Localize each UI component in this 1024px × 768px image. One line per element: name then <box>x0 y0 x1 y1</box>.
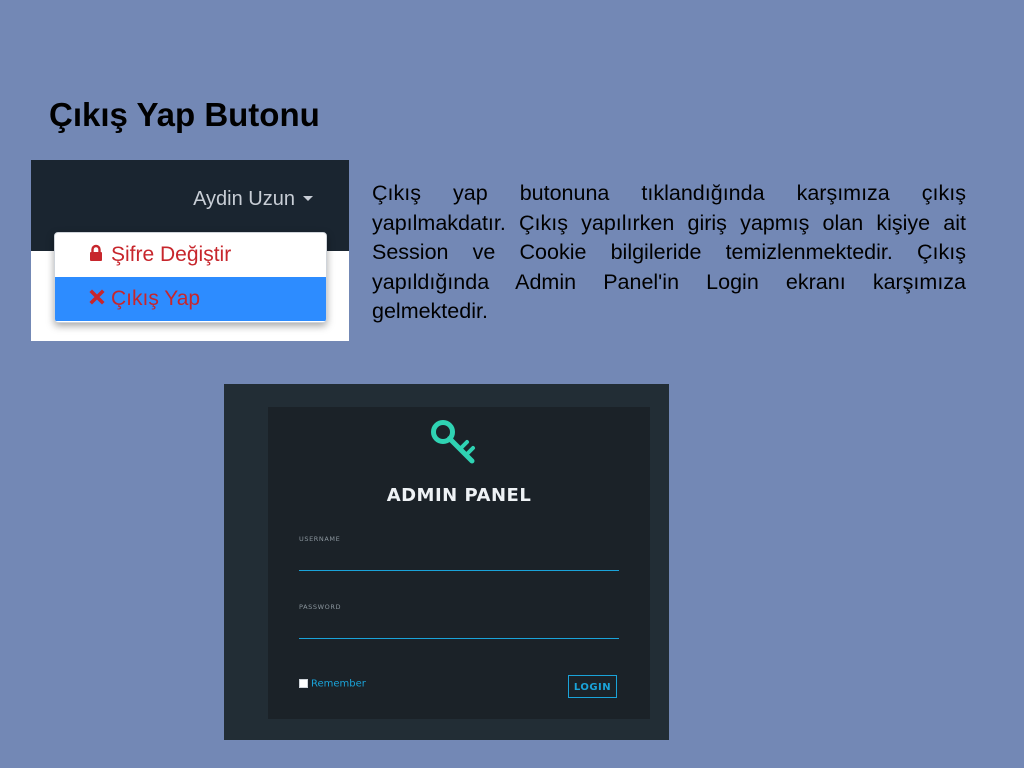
menu-item-label: Çıkış Yap <box>111 287 201 310</box>
description-text: Çıkış yap butonuna tıklandığında karşımı… <box>372 181 966 323</box>
admin-login-screenshot: ADMIN PANEL USERNAME PASSWORD Remember L… <box>224 384 669 740</box>
username-input[interactable] <box>299 550 619 571</box>
slide-title: Çıkış Yap Butonu <box>49 96 320 133</box>
dropdown-screenshot: Aydin Uzun Şifre Değiştir Çıkış Yap <box>31 160 349 341</box>
remember-option[interactable]: Remember <box>299 675 366 689</box>
login-card: ADMIN PANEL USERNAME PASSWORD Remember L… <box>268 407 650 719</box>
lock-icon <box>89 233 111 262</box>
menu-item-label: Şifre Değiştir <box>111 243 232 266</box>
password-input[interactable] <box>299 618 619 639</box>
login-button[interactable]: LOGIN <box>568 675 617 698</box>
user-name: Aydin Uzun <box>193 188 295 210</box>
remember-checkbox[interactable] <box>299 679 308 689</box>
menu-item-change-password[interactable]: Şifre Değiştir <box>55 233 326 277</box>
user-menu-toggle[interactable]: Aydin Uzun <box>193 187 313 211</box>
password-label: PASSWORD <box>299 603 342 611</box>
panel-title: ADMIN PANEL <box>386 485 532 506</box>
remember-label[interactable]: Remember <box>311 678 366 689</box>
username-label: USERNAME <box>299 535 341 543</box>
x-icon <box>89 277 111 306</box>
menu-item-logout[interactable]: Çıkış Yap <box>55 277 326 321</box>
user-dropdown-menu: Şifre Değiştir Çıkış Yap <box>54 232 327 323</box>
caret-down-icon <box>303 195 313 201</box>
key-icon <box>431 420 475 464</box>
